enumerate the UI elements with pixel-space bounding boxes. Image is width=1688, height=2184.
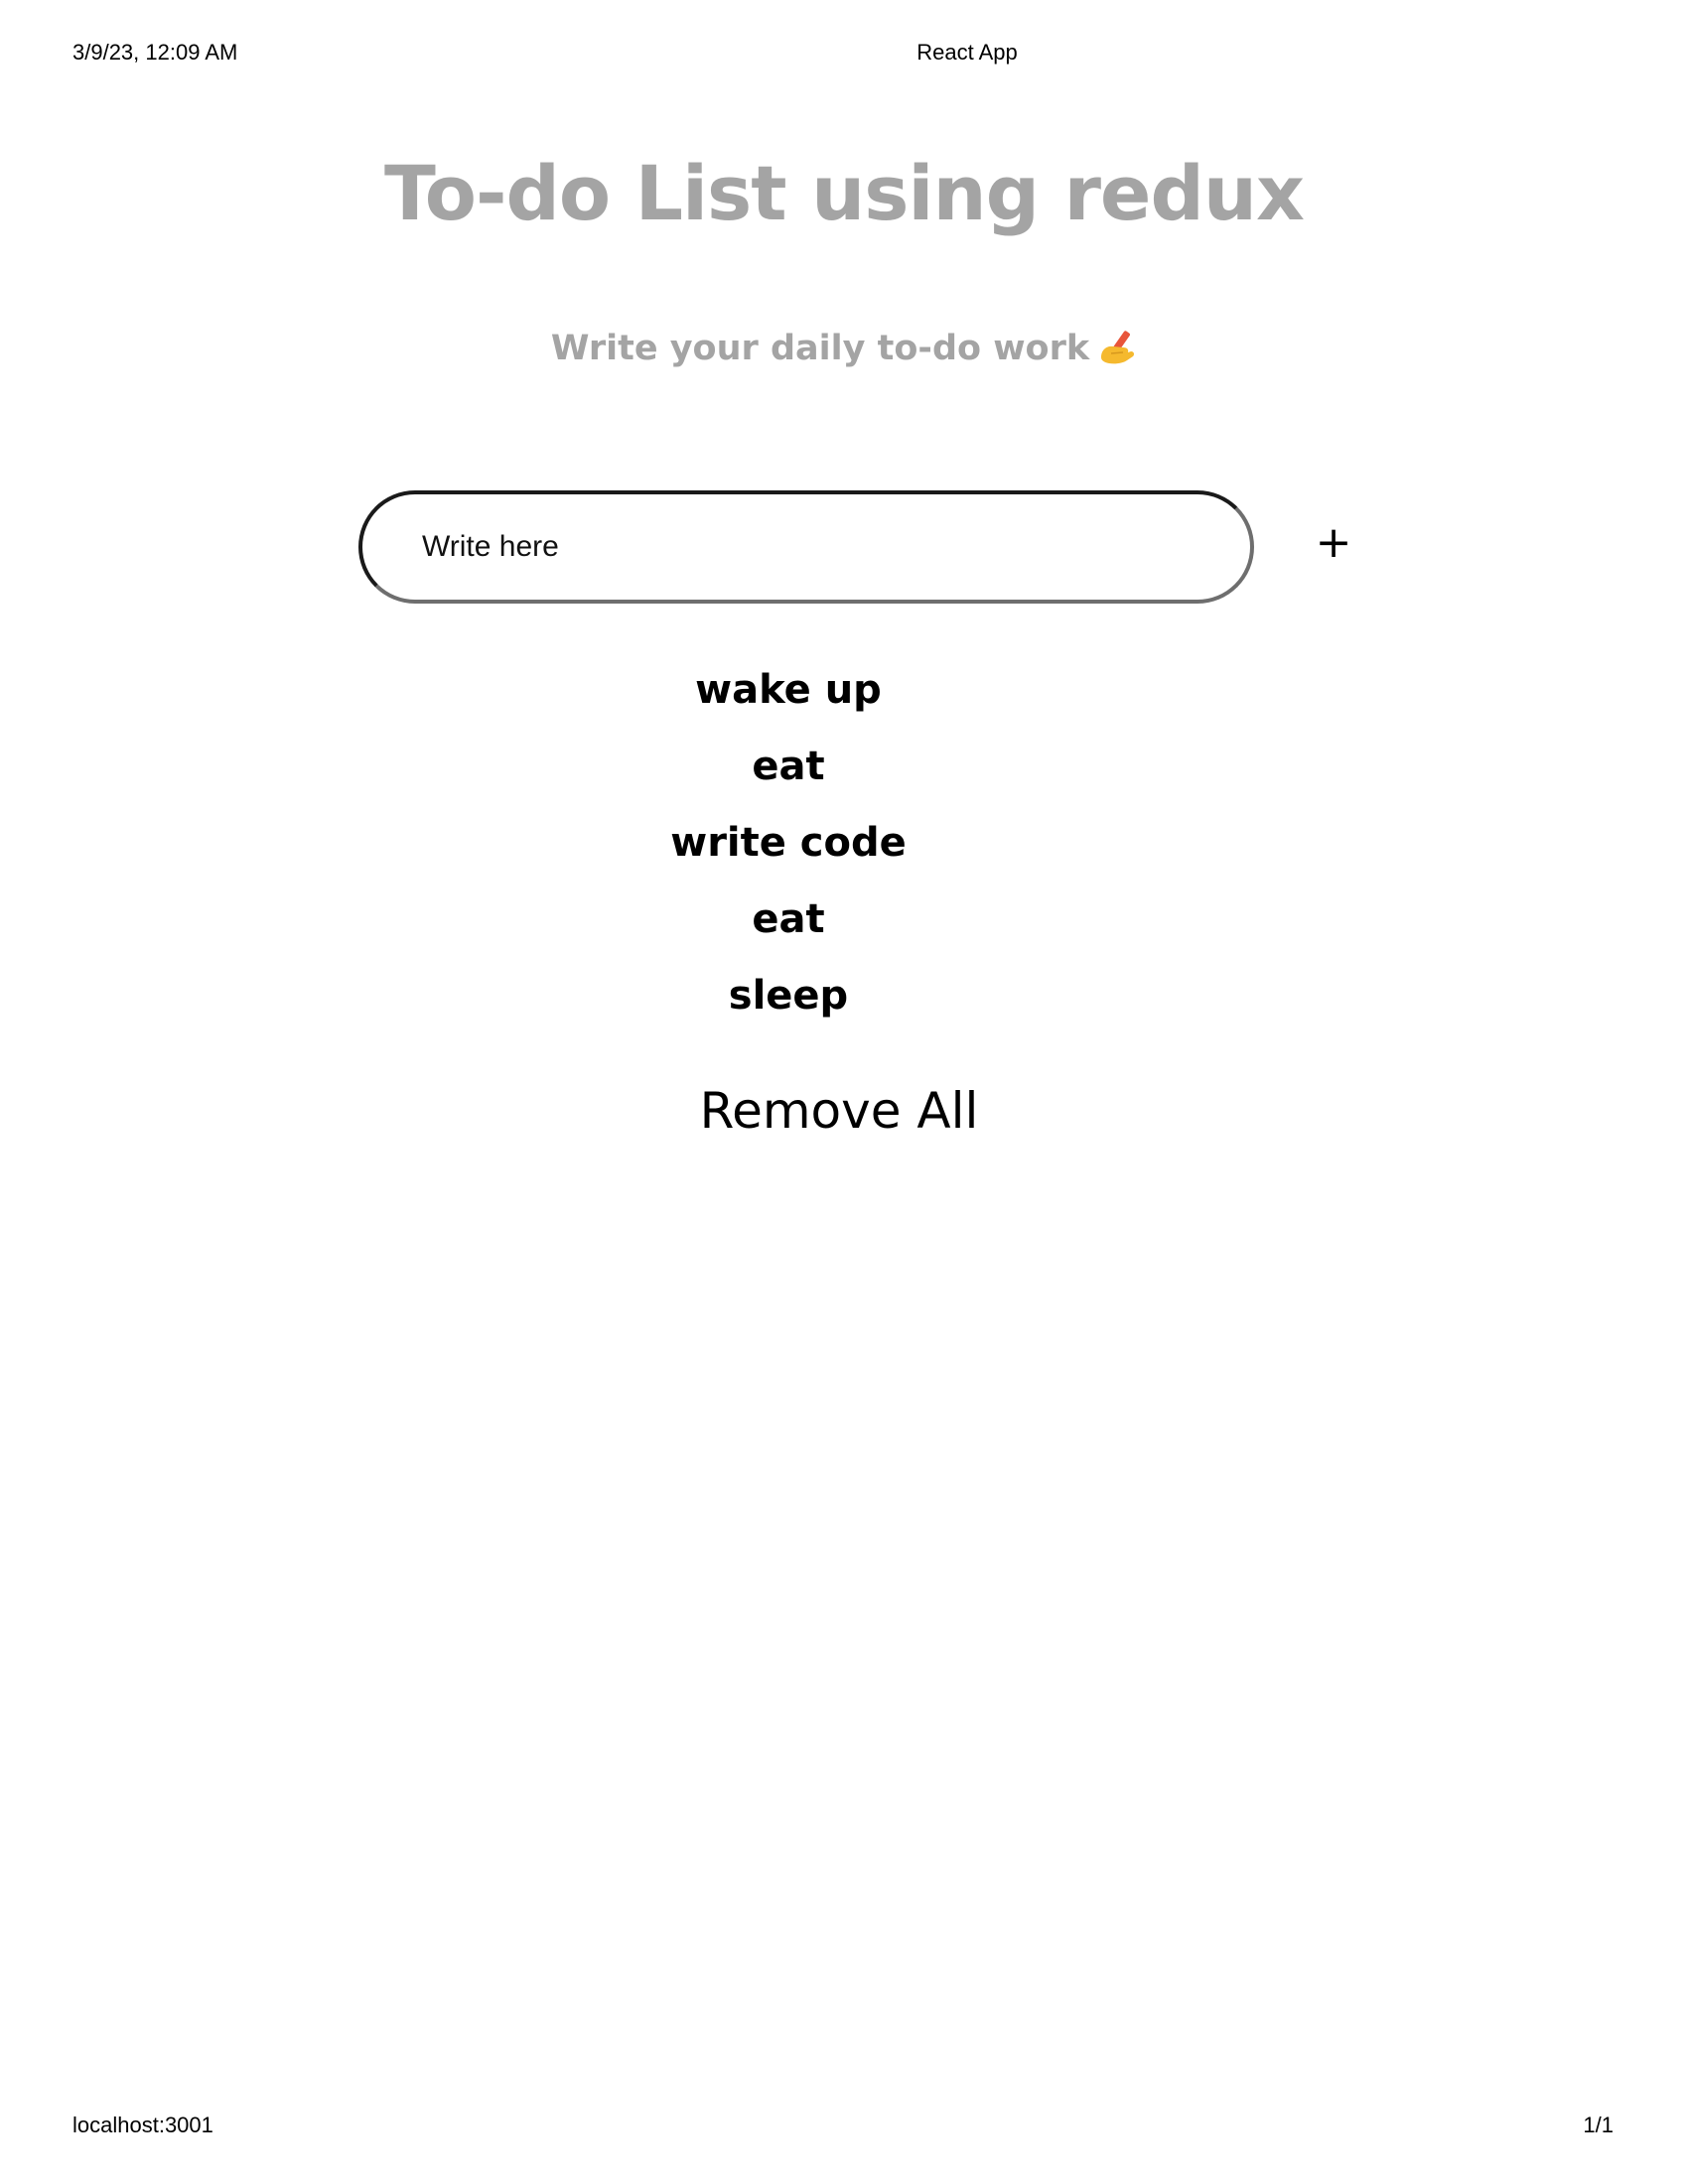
todo-item: eat — [752, 744, 825, 789]
todo-item: write code — [670, 820, 907, 866]
remove-all-button[interactable]: Remove All — [700, 1082, 979, 1140]
todo-item: sleep — [728, 973, 849, 1019]
todo-item: wake up — [695, 667, 882, 713]
todo-input[interactable] — [422, 494, 1196, 600]
remove-all-container: Remove All — [0, 1082, 1678, 1140]
writing-hand-icon — [1097, 328, 1137, 365]
subtitle-text: Write your daily to-do work — [550, 329, 1090, 368]
print-header-page-title: React App — [916, 40, 1018, 65]
todo-item: eat — [752, 896, 825, 942]
todo-list: wake up eat write code eat sleep — [590, 660, 987, 1042]
page-title: To-do List using redux — [384, 149, 1305, 237]
todo-input-container — [358, 490, 1254, 604]
page-subtitle: Write your daily to-do work — [0, 328, 1688, 368]
print-footer-page-number: 1/1 — [1583, 2113, 1614, 2137]
add-todo-button[interactable]: + — [1309, 513, 1358, 573]
print-footer-url: localhost:3001 — [72, 2113, 213, 2137]
